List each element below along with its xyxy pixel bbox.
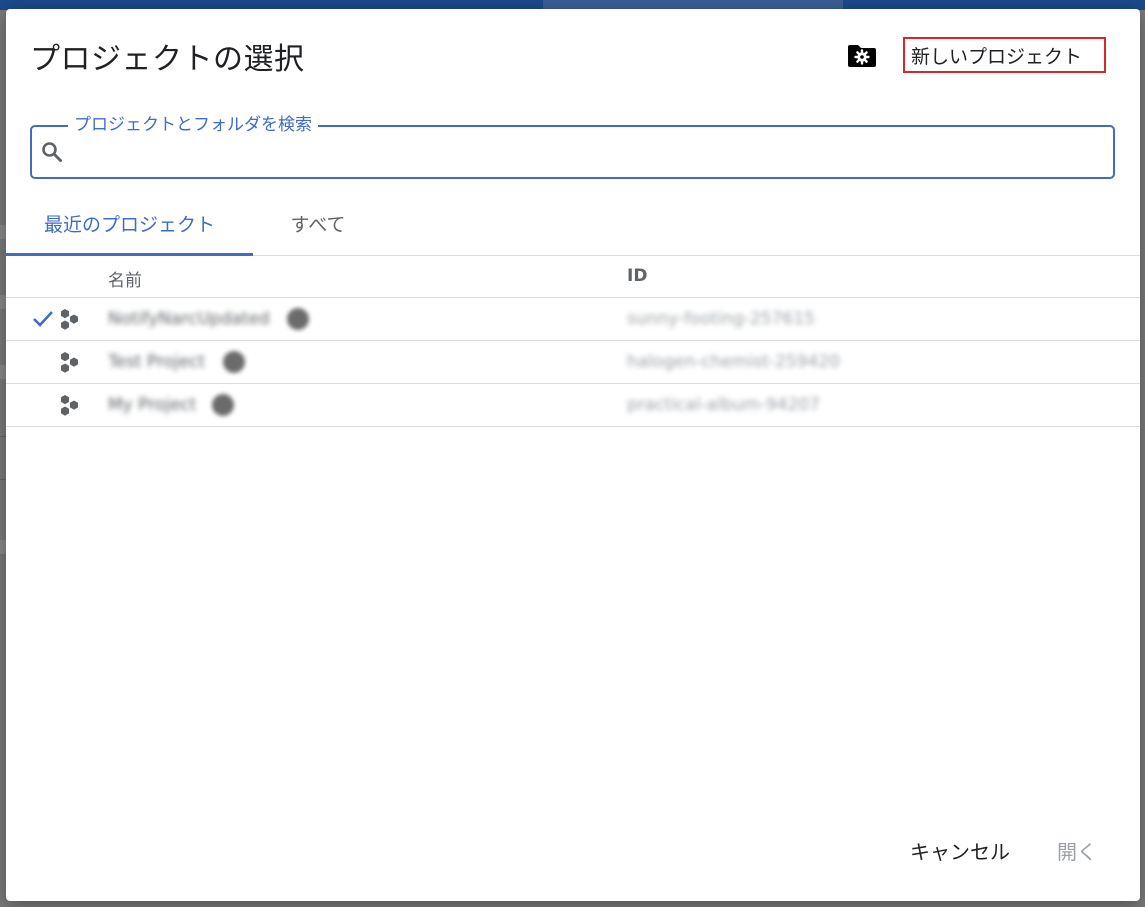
project-hexagons-icon xyxy=(61,352,78,373)
tab-all[interactable]: すべて xyxy=(253,206,383,253)
dialog-title: プロジェクトの選択 xyxy=(30,42,305,77)
cancel-button[interactable]: キャンセル xyxy=(902,832,1018,869)
project-id: practical-album-94207 xyxy=(627,395,821,415)
column-header-id: ID xyxy=(627,266,648,286)
search-input[interactable] xyxy=(76,135,1100,171)
table-header: 名前 ID xyxy=(6,255,1140,298)
project-name: My Project xyxy=(108,395,197,415)
open-button[interactable]: 開く xyxy=(1049,832,1105,869)
project-name: Test Project xyxy=(108,352,206,372)
project-table: 名前 ID NotifyNarcUpdated sunny-footing-25… xyxy=(6,255,1140,427)
tab-recent-projects[interactable]: 最近のプロジェクト xyxy=(6,206,253,256)
folder-settings-icon xyxy=(848,45,876,67)
table-row[interactable]: Test Project halogen-chemist-259420 xyxy=(6,341,1140,384)
new-project-button[interactable]: 新しいプロジェクト xyxy=(903,37,1106,73)
project-picker-dialog: プロジェクトの選択 新しいプロジェクト プロジェクトとフォルダを検索 最近のプロ… xyxy=(6,9,1140,901)
project-id: sunny-footing-257615 xyxy=(627,309,815,329)
project-hexagons-icon xyxy=(61,395,78,416)
check-icon xyxy=(33,311,53,327)
help-icon[interactable] xyxy=(287,308,309,330)
search-field-label: プロジェクトとフォルダを検索 xyxy=(68,113,318,137)
help-icon[interactable] xyxy=(223,351,245,373)
search-field[interactable]: プロジェクトとフォルダを検索 xyxy=(30,113,1115,179)
column-header-name: 名前 xyxy=(108,271,142,291)
table-row[interactable]: My Project practical-album-94207 xyxy=(6,384,1140,427)
project-name: NotifyNarcUpdated xyxy=(108,309,270,329)
search-icon xyxy=(42,142,62,162)
manage-resources-button[interactable] xyxy=(844,41,880,71)
project-hexagons-icon xyxy=(61,309,78,330)
project-tabs: 最近のプロジェクト すべて xyxy=(6,206,1140,256)
help-icon[interactable] xyxy=(212,394,234,416)
table-row[interactable]: NotifyNarcUpdated sunny-footing-257615 xyxy=(6,298,1140,341)
project-id: halogen-chemist-259420 xyxy=(627,352,840,372)
